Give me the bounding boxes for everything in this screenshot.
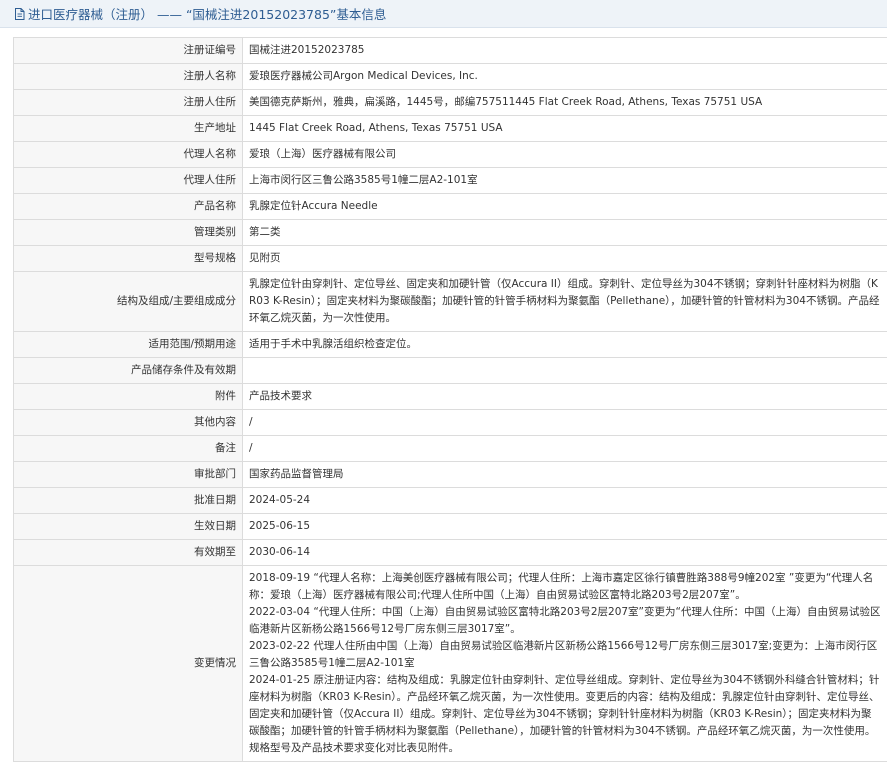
table-row: 产品名称乳腺定位针Accura Needle [14, 194, 887, 220]
field-label: 管理类别 [14, 220, 243, 246]
field-label: 生产地址 [14, 116, 243, 142]
table-row: 审批部门国家药品监督管理局 [14, 462, 887, 488]
page-header: 进口医疗器械（注册） —— “国械注进20152023785”基本信息 [0, 0, 887, 28]
field-label: 有效期至 [14, 540, 243, 566]
table-row: 有效期至2030-06-14 [14, 540, 887, 566]
field-value: 国械注进20152023785 [243, 38, 887, 64]
table-row: 型号规格见附页 [14, 246, 887, 272]
field-label: 产品名称 [14, 194, 243, 220]
table-row: 注册证编号国械注进20152023785 [14, 38, 887, 64]
change-entry: 2024-01-25 原注册证内容：结构及组成：乳腺定位针由穿刺针、定位导丝组成… [249, 672, 882, 757]
table-row: 注册人住所美国德克萨斯州，雅典，扁溪路，1445号，邮编757511445 Fl… [14, 90, 887, 116]
table-row: 批准日期2024-05-24 [14, 488, 887, 514]
changes-value: 2018-09-19 “代理人名称：上海美创医疗器械有限公司；代理人住所：上海市… [243, 566, 887, 762]
field-label: 生效日期 [14, 514, 243, 540]
table-row: 代理人住所上海市闵行区三鲁公路3585号1幢二层A2-101室 [14, 168, 887, 194]
table-row: 管理类别第二类 [14, 220, 887, 246]
field-value: 2030-06-14 [243, 540, 887, 566]
field-value: 爱琅（上海）医疗器械有限公司 [243, 142, 887, 168]
field-value: 乳腺定位针Accura Needle [243, 194, 887, 220]
field-label: 代理人名称 [14, 142, 243, 168]
table-row: 代理人名称爱琅（上海）医疗器械有限公司 [14, 142, 887, 168]
field-label: 注册人名称 [14, 64, 243, 90]
field-label: 审批部门 [14, 462, 243, 488]
field-label: 结构及组成/主要组成成分 [14, 272, 243, 332]
field-label: 代理人住所 [14, 168, 243, 194]
field-value: 见附页 [243, 246, 887, 272]
table-row: 产品储存条件及有效期 [14, 358, 887, 384]
field-value: 国家药品监督管理局 [243, 462, 887, 488]
field-value: 美国德克萨斯州，雅典，扁溪路，1445号，邮编757511445 Flat Cr… [243, 90, 887, 116]
table-row: 备注/ [14, 436, 887, 462]
field-value: / [243, 410, 887, 436]
table-row: 适用范围/预期用途适用于手术中乳腺活组织检查定位。 [14, 332, 887, 358]
field-value: 第二类 [243, 220, 887, 246]
field-label: 注册人住所 [14, 90, 243, 116]
page-title: 进口医疗器械（注册） —— “国械注进20152023785”基本信息 [28, 4, 386, 23]
info-table: 注册证编号国械注进20152023785注册人名称爱琅医疗器械公司Argon M… [13, 37, 887, 762]
field-label: 型号规格 [14, 246, 243, 272]
field-label: 备注 [14, 436, 243, 462]
changes-row: 变更情况2018-09-19 “代理人名称：上海美创医疗器械有限公司；代理人住所… [14, 566, 887, 762]
field-value: 爱琅医疗器械公司Argon Medical Devices, Inc. [243, 64, 887, 90]
table-row: 生产地址1445 Flat Creek Road, Athens, Texas … [14, 116, 887, 142]
field-label: 注册证编号 [14, 38, 243, 64]
field-label: 适用范围/预期用途 [14, 332, 243, 358]
table-row: 结构及组成/主要组成成分乳腺定位针由穿刺针、定位导丝、固定夹和加硬针管（仅Acc… [14, 272, 887, 332]
field-value: / [243, 436, 887, 462]
field-value: 乳腺定位针由穿刺针、定位导丝、固定夹和加硬针管（仅Accura II）组成。穿刺… [243, 272, 887, 332]
field-label: 批准日期 [14, 488, 243, 514]
field-value: 产品技术要求 [243, 384, 887, 410]
change-entry: 2018-09-19 “代理人名称：上海美创医疗器械有限公司；代理人住所：上海市… [249, 570, 882, 604]
field-value: 2025-06-15 [243, 514, 887, 540]
field-label: 产品储存条件及有效期 [14, 358, 243, 384]
table-row: 附件产品技术要求 [14, 384, 887, 410]
change-entry: 2023-02-22 代理人住所由中国（上海）自由贸易试验区临港新片区新杨公路1… [249, 638, 882, 672]
field-value: 2024-05-24 [243, 488, 887, 514]
table-row: 其他内容/ [14, 410, 887, 436]
field-value [243, 358, 887, 384]
table-row: 注册人名称爱琅医疗器械公司Argon Medical Devices, Inc. [14, 64, 887, 90]
document-icon [14, 8, 25, 20]
field-label: 附件 [14, 384, 243, 410]
table-row: 生效日期2025-06-15 [14, 514, 887, 540]
change-entry: 2022-03-04 “代理人住所：中国（上海）自由贸易试验区富特北路203号2… [249, 604, 882, 638]
field-value: 1445 Flat Creek Road, Athens, Texas 7575… [243, 116, 887, 142]
field-value: 上海市闵行区三鲁公路3585号1幢二层A2-101室 [243, 168, 887, 194]
changes-label: 变更情况 [14, 566, 243, 762]
field-value: 适用于手术中乳腺活组织检查定位。 [243, 332, 887, 358]
field-label: 其他内容 [14, 410, 243, 436]
